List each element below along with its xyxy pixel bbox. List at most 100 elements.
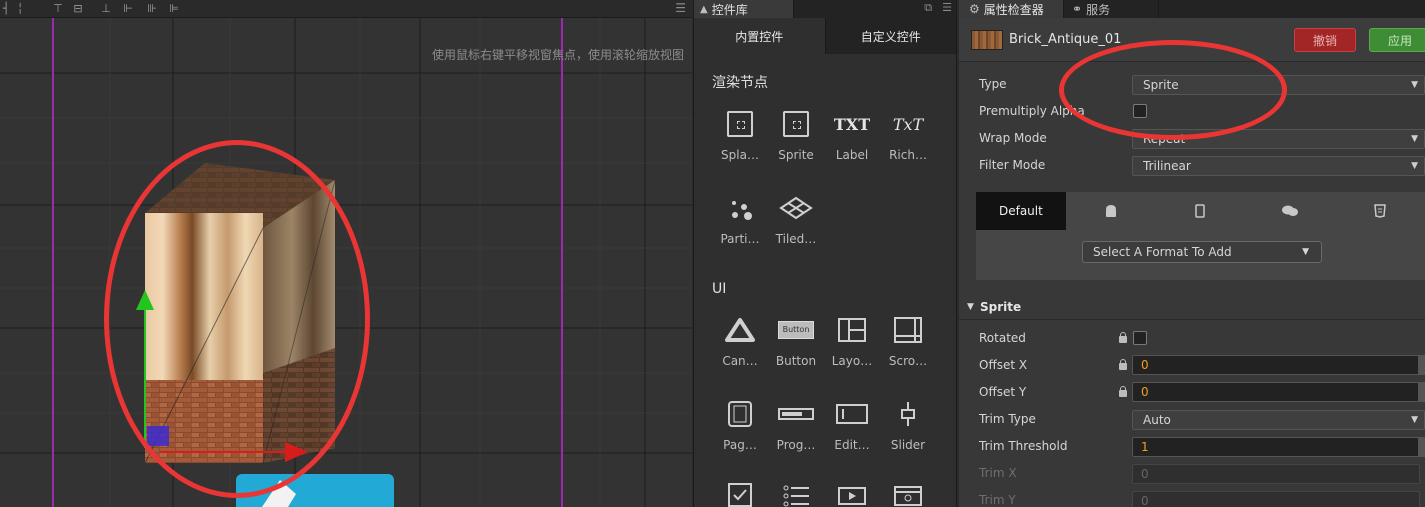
- tab-builtin-controls[interactable]: 内置控件: [694, 18, 825, 54]
- gizmo-origin: [147, 426, 169, 446]
- sprite-section-title: Sprite: [980, 300, 1022, 314]
- wrap-mode-select[interactable]: Repeat ▼: [1132, 129, 1425, 149]
- node-thumbnail: [971, 30, 1003, 50]
- align-center-v-icon[interactable]: ⊟: [72, 3, 84, 15]
- panel-menu-icon[interactable]: ☰: [942, 1, 952, 15]
- library-item-splash[interactable]: Spla…: [712, 104, 768, 174]
- tab-services[interactable]: ⚭ 服务: [1063, 0, 1159, 18]
- tab-custom-controls[interactable]: 自定义控件: [824, 18, 956, 54]
- library-item-label: Slider: [890, 438, 926, 452]
- tab-html5[interactable]: [1335, 192, 1425, 230]
- revert-button[interactable]: 撤销: [1294, 28, 1356, 52]
- sprite-icon: [783, 111, 809, 137]
- trim-threshold-spinner[interactable]: [1418, 437, 1425, 457]
- library-item-video[interactable]: [824, 480, 880, 507]
- offset-y-label: Offset Y: [979, 385, 1027, 399]
- lock-icon: [1119, 332, 1127, 343]
- trim-type-label: Trim Type: [979, 412, 1036, 426]
- trim-type-value: Auto: [1143, 413, 1171, 427]
- library-item-button[interactable]: Button Button: [768, 310, 824, 380]
- grid-lines: [0, 18, 692, 507]
- mobile-icon: [1195, 204, 1206, 218]
- align-top-icon[interactable]: ⊤: [52, 3, 64, 15]
- library-item-label: Spla…: [721, 148, 759, 162]
- library-item-sprite[interactable]: Sprite: [768, 104, 824, 174]
- gear-icon: ⚙: [969, 2, 980, 16]
- library-item-progressbar[interactable]: Prog…: [768, 394, 824, 464]
- platform-tabs: Default: [976, 192, 1425, 230]
- label-icon: TXT: [833, 114, 871, 134]
- lock-icon: [1119, 359, 1127, 370]
- node-title-row: Brick_Antique_01 撤销 应用: [959, 18, 1425, 62]
- library-icon: ▲: [700, 3, 708, 15]
- offset-x-input[interactable]: 0: [1132, 355, 1420, 375]
- align-left-icon[interactable]: ┤: [0, 3, 12, 15]
- chevron-down-icon: ▼: [1302, 247, 1309, 257]
- align-center-h-icon[interactable]: ╎: [14, 3, 26, 15]
- type-select[interactable]: Sprite ▼: [1132, 75, 1425, 95]
- inspector-panel: ⚙ 属性检查器 ⚭ 服务 Brick_Antique_01 撤销 应用 Type…: [959, 0, 1425, 507]
- distribute-v-icon[interactable]: ⊪: [146, 3, 158, 15]
- tab-wechat[interactable]: [1245, 192, 1335, 230]
- library-item-slider[interactable]: Slider: [880, 394, 936, 464]
- library-header: ▲ 控件库 ⧉ ☰: [694, 0, 956, 18]
- offset-y-input[interactable]: 0: [1132, 382, 1420, 402]
- wrap-mode-value: Repeat: [1143, 132, 1186, 146]
- distribute-h-icon[interactable]: ⊩: [122, 3, 134, 15]
- library-item-label: Parti…: [720, 232, 760, 246]
- library-item-label: Rich…: [889, 148, 927, 162]
- scene-viewport[interactable]: [0, 18, 692, 507]
- trim-threshold-input[interactable]: 1: [1132, 437, 1420, 457]
- library-item-label: Edit…: [834, 438, 870, 452]
- premultiply-checkbox[interactable]: [1133, 104, 1147, 118]
- panel-menu-icon[interactable]: ☰: [675, 1, 686, 15]
- library-panel: ▲ 控件库 ⧉ ☰ 内置控件 自定义控件 渲染节点 Spla… Sprite T…: [693, 0, 957, 507]
- format-select[interactable]: Select A Format To Add ▼: [1082, 241, 1322, 263]
- trim-x-input: 0: [1132, 464, 1420, 484]
- scene-toolbar: ┤ ╎ ⊤ ⊟ ⊥ ⊩ ⊪ ⊫ ☰: [0, 0, 692, 18]
- library-item-tiledmap[interactable]: Tiled…: [768, 188, 824, 258]
- webview-icon: [894, 486, 922, 506]
- library-item-toggle-group[interactable]: [768, 480, 824, 507]
- library-tab[interactable]: ▲ 控件库: [694, 0, 794, 18]
- scene-panel[interactable]: ┤ ╎ ⊤ ⊟ ⊥ ⊩ ⊪ ⊫ ☰ 使用鼠标右键平移视窗焦点，使用滚轮缩放视图: [0, 0, 692, 507]
- node-name: Brick_Antique_01: [1009, 32, 1122, 47]
- tab-default[interactable]: Default: [976, 192, 1066, 230]
- popout-icon[interactable]: ⧉: [924, 1, 932, 15]
- rotated-checkbox[interactable]: [1133, 331, 1147, 345]
- library-item-canvas[interactable]: Can…: [712, 310, 768, 380]
- align-bottom-icon[interactable]: ⊥: [100, 3, 112, 15]
- library-item-editbox[interactable]: Edit…: [824, 394, 880, 464]
- library-item-pageview[interactable]: Pag…: [712, 394, 768, 464]
- filter-mode-select[interactable]: Trilinear ▼: [1132, 156, 1425, 176]
- offset-x-spinner[interactable]: [1418, 355, 1425, 375]
- editbox-icon: [836, 404, 868, 424]
- library-item-scrollview[interactable]: Scro…: [880, 310, 936, 380]
- pageview-icon: [728, 401, 752, 427]
- wrap-mode-label: Wrap Mode: [979, 131, 1047, 145]
- apply-button[interactable]: 应用: [1369, 28, 1425, 52]
- services-tab-label: 服务: [1086, 2, 1111, 17]
- type-value: Sprite: [1143, 78, 1179, 92]
- tab-inspector[interactable]: ⚙ 属性检查器: [959, 0, 1063, 18]
- library-item-richtext[interactable]: TxT Rich…: [880, 104, 936, 174]
- chevron-down-icon: ▼: [1411, 161, 1418, 171]
- library-item-toggle[interactable]: [712, 480, 768, 507]
- trim-type-select[interactable]: Auto ▼: [1132, 410, 1425, 430]
- tab-mobile[interactable]: [1156, 192, 1246, 230]
- library-item-label-node[interactable]: TXT Label: [824, 104, 880, 174]
- scrollview-icon: [894, 317, 922, 343]
- filter-mode-value: Trilinear: [1143, 159, 1191, 173]
- library-item-layout[interactable]: Layo…: [824, 310, 880, 380]
- sprite-section-header[interactable]: ▼ Sprite: [959, 296, 1425, 320]
- cocos-logo-node[interactable]: [236, 474, 394, 507]
- offset-y-spinner[interactable]: [1418, 382, 1425, 402]
- video-icon: [838, 487, 866, 505]
- library-item-particle[interactable]: Parti…: [712, 188, 768, 258]
- library-item-webview[interactable]: [880, 480, 936, 507]
- tab-android[interactable]: [1066, 192, 1156, 230]
- distribute-center-icon[interactable]: ⊫: [168, 3, 180, 15]
- inspector-tab-label: 属性检查器: [983, 2, 1044, 17]
- tiledmap-icon: [779, 196, 813, 220]
- selected-node-preview[interactable]: [144, 163, 336, 464]
